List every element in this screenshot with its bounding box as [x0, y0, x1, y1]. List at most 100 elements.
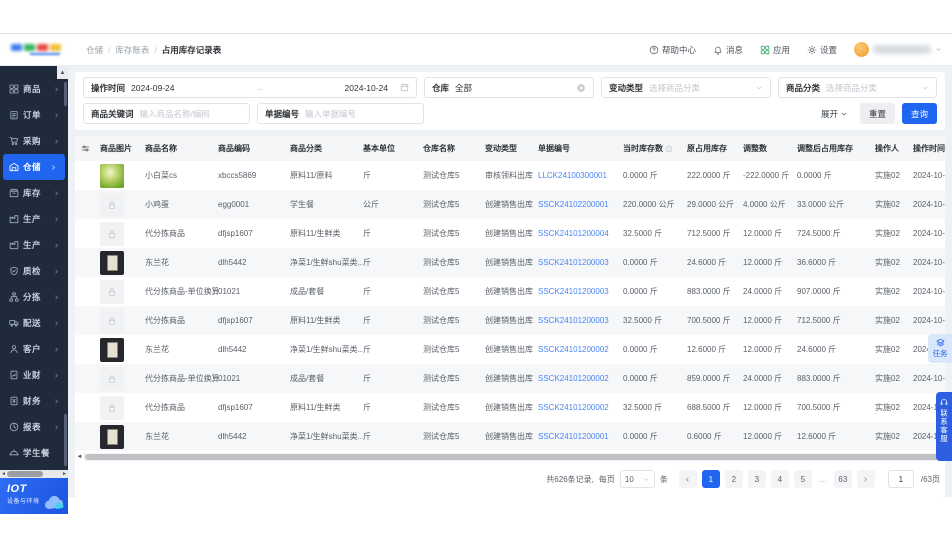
- table-horizontal-scrollbar[interactable]: ◄: [75, 452, 945, 461]
- doc-no-link[interactable]: LLCK24100300001: [538, 171, 607, 180]
- doc-no-filter[interactable]: 单据编号 输入单据编号: [257, 103, 424, 124]
- product-image[interactable]: [100, 221, 124, 246]
- scroll-right-icon[interactable]: ►: [61, 470, 68, 478]
- apps-button[interactable]: 应用: [760, 44, 790, 56]
- cell-after_occupied: 24.6000 斤: [797, 345, 837, 354]
- product-image[interactable]: [100, 366, 124, 391]
- sidebar-item-业财[interactable]: 业财: [0, 362, 68, 388]
- sidebar-item-配送[interactable]: 配送: [0, 310, 68, 336]
- sidebar-item-仓储[interactable]: 仓储: [3, 154, 65, 180]
- scrollbar-thumb[interactable]: [85, 453, 942, 460]
- help-center-button[interactable]: 帮助中心: [649, 44, 696, 56]
- sidebar-item-订单[interactable]: 订单: [0, 102, 68, 128]
- page-button-2[interactable]: 2: [724, 470, 743, 488]
- sidebar-item-label: 报表: [23, 422, 42, 432]
- sidebar-item-财务[interactable]: 财务: [0, 388, 68, 414]
- keyword-placeholder: 输入商品名称/编码: [139, 108, 210, 119]
- category-filter[interactable]: 商品分类 选择商品分类: [778, 77, 937, 98]
- scrollbar-thumb[interactable]: [7, 471, 43, 477]
- cell-change_type: 创建销售出库: [485, 258, 533, 267]
- expand-button[interactable]: 展开: [821, 108, 848, 120]
- date-range-filter[interactable]: 操作时间 2024-09-24 → 2024-10-24: [83, 77, 417, 98]
- sidebar: ▲ 商品 订单 采购 仓储 库存 生产 生产 质检 分拣 配送 客户 业财 财务 报表 学生餐 ◄ ►: [0, 66, 68, 478]
- sidebar-item-学生餐[interactable]: 学生餐: [0, 440, 68, 466]
- contact-service-widget[interactable]: 联系客服: [936, 392, 952, 461]
- product-image[interactable]: [100, 424, 124, 449]
- page-jump-input[interactable]: [887, 470, 914, 488]
- page-button-4[interactable]: 4: [770, 470, 789, 488]
- sidebar-item-报表[interactable]: 报表: [0, 414, 68, 440]
- cell-code: 01021: [218, 374, 241, 383]
- cell-unit: 斤: [363, 432, 371, 441]
- page-button-5[interactable]: 5: [793, 470, 812, 488]
- sidebar-item-客户[interactable]: 客户: [0, 336, 68, 362]
- doc-no-placeholder: 输入单据编号: [305, 108, 357, 119]
- page-button-63[interactable]: 63: [833, 470, 852, 488]
- doc-no-link[interactable]: SSCK24101200002: [538, 345, 609, 354]
- sidebar-item-商品[interactable]: 商品: [0, 76, 68, 102]
- unit-label: 条: [659, 474, 668, 484]
- prev-page-button[interactable]: [678, 470, 697, 488]
- user-menu[interactable]: [854, 42, 942, 57]
- sidebar-item-分拣[interactable]: 分拣: [0, 284, 68, 310]
- sidebar-item-生产[interactable]: 生产: [0, 232, 68, 258]
- warehouse-filter[interactable]: 仓库 全部: [424, 77, 594, 98]
- page-button-1[interactable]: 1: [701, 470, 720, 488]
- sidebar-vertical-scrollbar[interactable]: [64, 414, 67, 466]
- sidebar-item-生产[interactable]: 生产: [0, 206, 68, 232]
- column-header: 商品分类: [290, 144, 322, 153]
- task-widget[interactable]: 任务: [928, 334, 952, 363]
- order-icon: [9, 110, 19, 120]
- doc-no-link[interactable]: SSCK24101200002: [538, 374, 609, 383]
- iot-banner[interactable]: IOT 设备与环境: [0, 478, 68, 514]
- sidebar-item-采购[interactable]: 采购: [0, 128, 68, 154]
- chevron-right-icon: [53, 372, 60, 379]
- sidebar-item-label: 生产: [23, 214, 42, 224]
- sidebar-vertical-scrollbar[interactable]: [64, 82, 67, 106]
- sidebar-scroll-up[interactable]: ▲: [57, 66, 68, 79]
- cell-after_occupied: 36.6000 斤: [797, 258, 837, 267]
- sidebar-item-质检[interactable]: 质检: [0, 258, 68, 284]
- cell-adjust: -222.0000 斤: [743, 171, 790, 180]
- cell-operator: 实施02: [875, 345, 900, 354]
- product-image[interactable]: [100, 395, 124, 420]
- page-size-select[interactable]: 10: [619, 470, 655, 488]
- scroll-left-icon[interactable]: ◄: [75, 454, 84, 460]
- doc-no-link[interactable]: SSCK24101200003: [538, 287, 609, 296]
- product-image[interactable]: [100, 250, 124, 275]
- cell-doc_no: SSCK24102200001: [538, 200, 623, 209]
- breadcrumb-item[interactable]: 库存账表: [115, 44, 149, 56]
- clear-icon[interactable]: [576, 83, 586, 93]
- sidebar-item-label: 业财: [23, 370, 42, 380]
- doc-no-link[interactable]: SSCK24101200002: [538, 403, 609, 412]
- next-page-button[interactable]: [856, 470, 875, 488]
- doc-no-link[interactable]: SSCK24101200001: [538, 432, 609, 441]
- scrollbar-track[interactable]: [84, 452, 945, 461]
- keyword-filter[interactable]: 商品关键词 输入商品名称/编码: [83, 103, 250, 124]
- page-button-3[interactable]: 3: [747, 470, 766, 488]
- info-icon[interactable]: [665, 145, 673, 153]
- reset-button[interactable]: 重置: [859, 103, 895, 124]
- sidebar-horizontal-scrollbar[interactable]: ◄ ►: [0, 470, 68, 478]
- sidebar-item-库存[interactable]: 库存: [0, 180, 68, 206]
- scroll-left-icon[interactable]: ◄: [0, 470, 7, 478]
- product-image[interactable]: [100, 337, 124, 362]
- product-image[interactable]: [100, 279, 124, 304]
- cell-current_stock: 0.0000 斤: [623, 287, 658, 296]
- change-type-filter[interactable]: 变动类型 选择商品分类: [601, 77, 771, 98]
- breadcrumb-item[interactable]: 仓储: [86, 44, 103, 56]
- settings-button[interactable]: 设置: [807, 44, 837, 56]
- search-button[interactable]: 查询: [901, 103, 937, 124]
- product-image[interactable]: [100, 308, 124, 333]
- avatar: [854, 42, 869, 57]
- doc-no-link[interactable]: SSCK24101200003: [538, 316, 609, 325]
- doc-no-link[interactable]: SSCK24102200001: [538, 200, 609, 209]
- product-image[interactable]: [100, 192, 124, 217]
- doc-no-link[interactable]: SSCK24101200003: [538, 258, 609, 267]
- column-header: 商品名称: [145, 144, 177, 153]
- product-image[interactable]: [100, 163, 124, 188]
- column-settings-icon[interactable]: [81, 144, 90, 153]
- cell-adjust: 12.0000 斤: [743, 432, 783, 441]
- messages-button[interactable]: 消息: [713, 44, 743, 56]
- doc-no-link[interactable]: SSCK24101200004: [538, 229, 609, 238]
